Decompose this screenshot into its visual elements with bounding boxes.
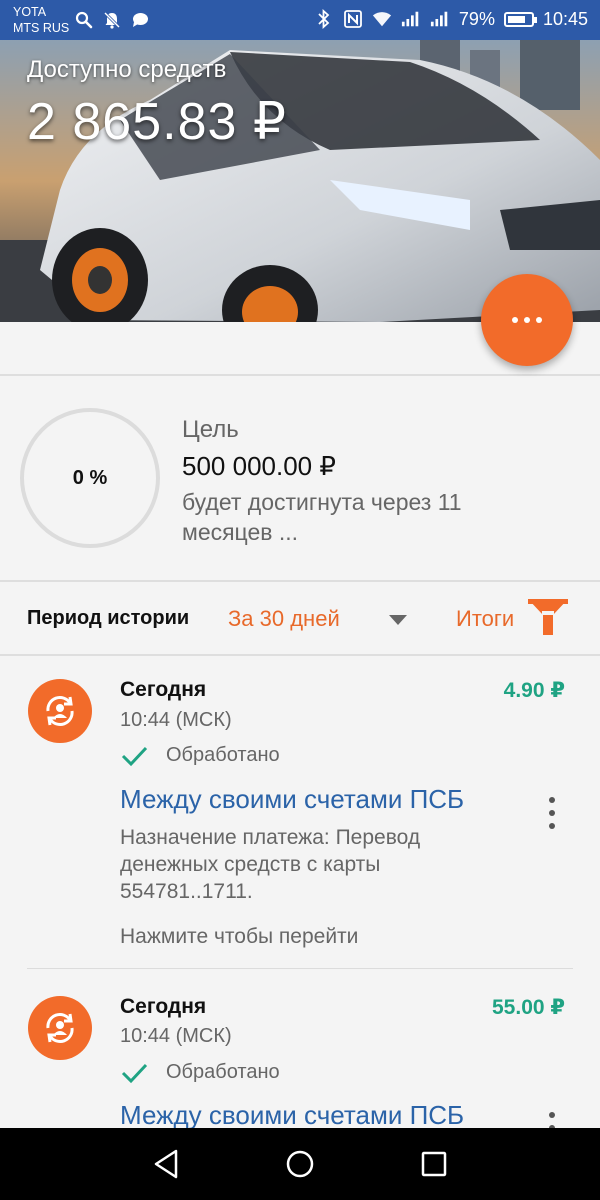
system-navigation-bar xyxy=(0,1128,600,1200)
goal-title: Цель xyxy=(182,416,239,443)
divider xyxy=(0,654,600,656)
transfer-icon xyxy=(28,996,92,1060)
transaction-date: Сегодня xyxy=(120,995,207,1018)
more-vertical-icon[interactable] xyxy=(540,795,564,831)
transaction-amount: 4.90 ₽ xyxy=(503,679,565,702)
transaction-status-text: Обработано xyxy=(166,1061,280,1083)
transaction-title-link[interactable]: Между своими счетами ПСБ xyxy=(120,1100,464,1131)
transaction-amount: 55.00 ₽ xyxy=(492,996,565,1019)
balance-label: Доступно средств xyxy=(27,56,227,83)
home-icon[interactable] xyxy=(285,1148,315,1180)
goal-progress-ring[interactable]: 0 % xyxy=(20,408,160,548)
carrier-1: YOTA xyxy=(13,5,47,19)
more-horizontal-icon xyxy=(512,317,542,323)
chevron-down-icon[interactable] xyxy=(389,615,407,625)
list-separator xyxy=(27,968,573,969)
transfer-icon xyxy=(28,679,92,743)
period-dropdown[interactable]: За 30 дней xyxy=(228,606,340,632)
goal-amount: 500 000.00 ₽ xyxy=(182,451,336,481)
transaction-time: 10:44 (МСК) xyxy=(120,709,232,731)
carrier-info: YOTA MTS RUS xyxy=(13,4,69,36)
transaction-status: Обработано xyxy=(120,744,280,767)
check-icon xyxy=(120,1062,152,1084)
clock: 10:45 xyxy=(542,8,588,29)
balance-amount: 2 865.83 ₽ xyxy=(27,93,287,151)
more-actions-button[interactable] xyxy=(481,274,573,366)
bluetooth-icon xyxy=(314,8,334,30)
mute-bell-icon xyxy=(102,9,122,31)
nfc-icon xyxy=(343,8,363,30)
carrier-2: MTS RUS xyxy=(13,21,70,35)
chat-icon xyxy=(130,9,150,31)
back-icon[interactable] xyxy=(152,1148,180,1180)
transaction-time: 10:44 (МСК) xyxy=(120,1025,232,1047)
status-bar: YOTA MTS RUS 79% 10:45 xyxy=(0,0,600,40)
transaction-status-text: Обработано xyxy=(166,744,280,766)
filter-icon[interactable] xyxy=(526,597,570,639)
wifi-icon xyxy=(372,8,392,30)
battery-percent: 79% xyxy=(458,8,495,29)
transaction-hint[interactable]: Нажмите чтобы перейти xyxy=(120,925,358,949)
battery-icon xyxy=(503,11,537,27)
check-icon xyxy=(120,745,152,767)
goal-description: будет достигнута через 11 месяцев ... xyxy=(182,489,462,545)
goal-progress-text: 0 % xyxy=(72,466,108,489)
transaction-title-link[interactable]: Между своими счетами ПСБ xyxy=(120,784,464,815)
period-label: Период истории xyxy=(27,607,190,629)
divider xyxy=(0,374,600,376)
transaction-status: Обработано xyxy=(120,1061,280,1084)
transaction-date: Сегодня xyxy=(120,678,207,701)
signal-icon xyxy=(401,8,421,30)
totals-link[interactable]: Итоги xyxy=(456,606,514,632)
recents-icon[interactable] xyxy=(420,1148,448,1180)
transaction-description: Назначение платежа: Перевод денежных сре… xyxy=(120,826,421,903)
divider xyxy=(0,580,600,582)
search-icon xyxy=(74,9,94,31)
signal-icon xyxy=(430,8,450,30)
